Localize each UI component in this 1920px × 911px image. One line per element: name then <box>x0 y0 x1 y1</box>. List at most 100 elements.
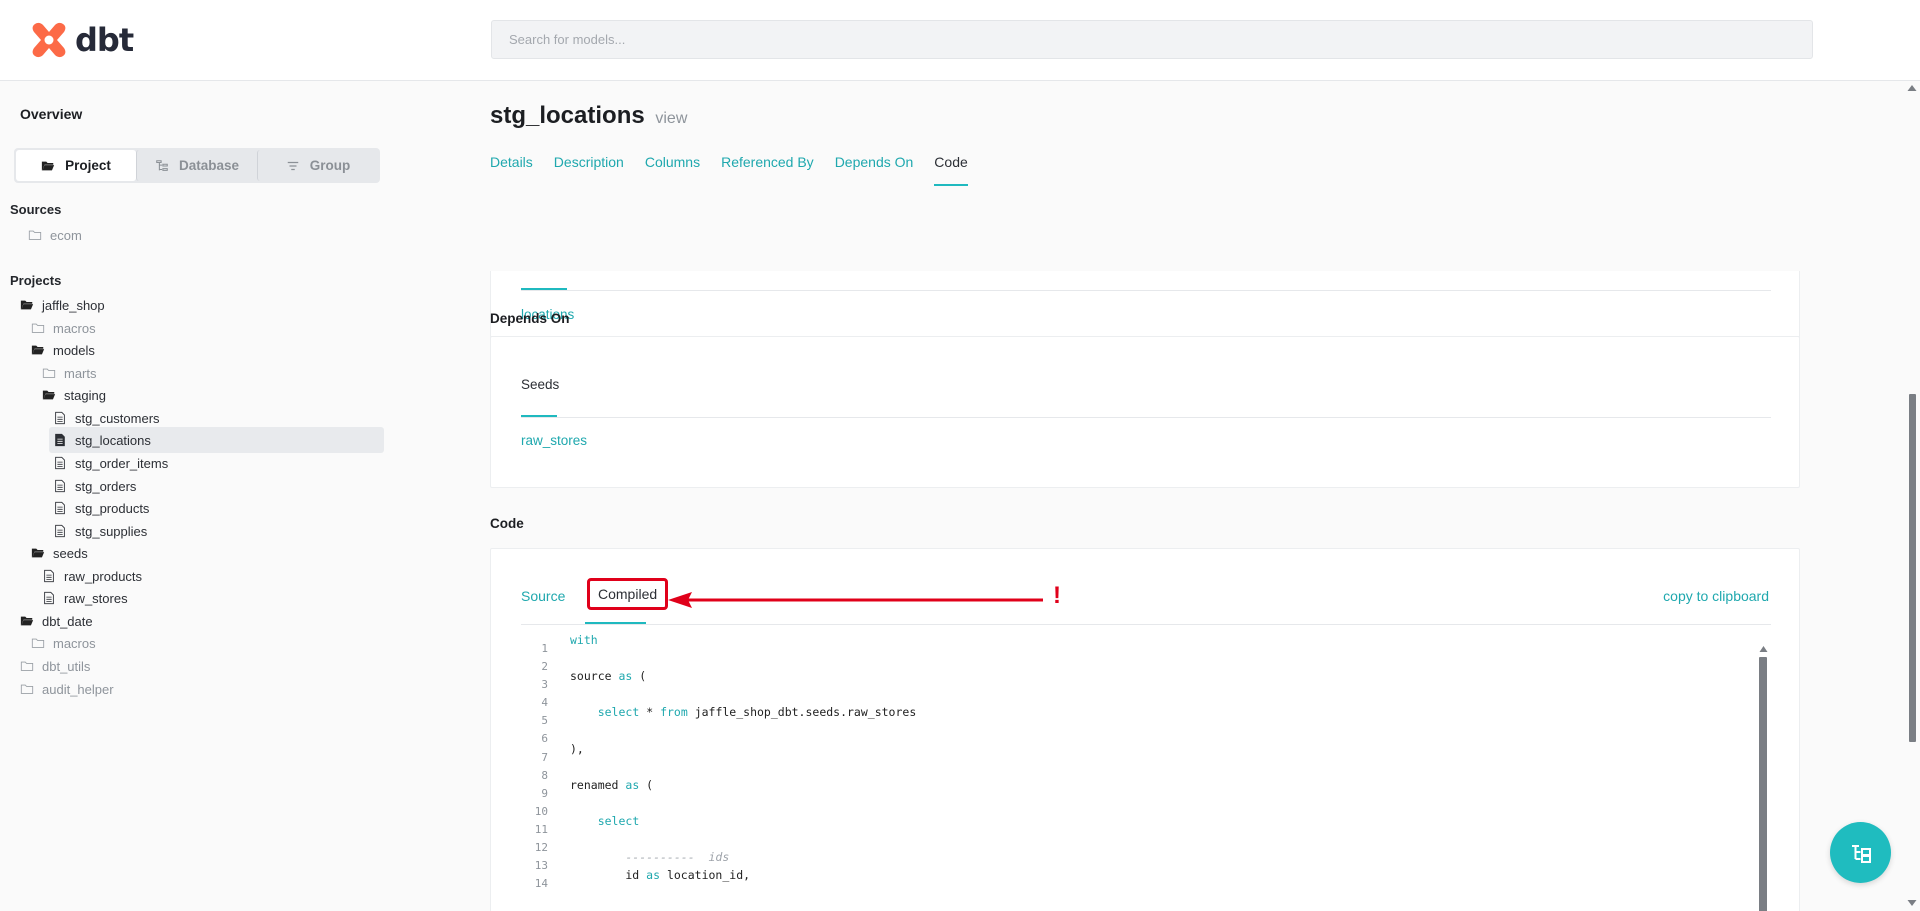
file-icon <box>55 433 65 447</box>
folder-open-icon <box>31 345 45 355</box>
line-number: 10 <box>534 804 548 818</box>
tree-item-label: stg_supplies <box>75 523 148 539</box>
seeds-subtab[interactable]: Seeds <box>521 377 559 392</box>
code-text: select <box>597 813 640 828</box>
annotation-exclamation: ! <box>1053 582 1061 609</box>
divider <box>521 624 1771 625</box>
folder-icon <box>42 368 56 378</box>
folder-open-icon <box>20 300 34 310</box>
code-scrollbar-thumb[interactable] <box>1759 657 1767 911</box>
view-switcher: Project Database Group <box>14 148 380 183</box>
group-view-button[interactable]: Group <box>257 150 378 181</box>
tree-item-label: raw_products <box>64 568 143 584</box>
line-number: 11 <box>534 822 548 836</box>
source-item-ecom[interactable]: ecom <box>28 222 82 248</box>
line-number: 5 <box>541 714 548 728</box>
line-number: 2 <box>541 660 548 674</box>
code-line: 3 source as ( <box>521 669 1761 696</box>
code-line: 9 renamed as ( <box>521 778 1761 805</box>
code-text: ---------- ids <box>570 850 730 865</box>
tab-details[interactable]: Details <box>490 152 533 186</box>
folder-open-icon <box>31 548 45 558</box>
tab-columns[interactable]: Columns <box>645 152 700 186</box>
project-view-label: Project <box>65 158 111 173</box>
tree-item-label: stg_customers <box>75 410 160 426</box>
divider <box>521 290 1771 291</box>
source-tab[interactable]: Source <box>521 588 565 604</box>
folder-open-icon <box>41 161 55 170</box>
tree-item-label: jaffle_shop <box>42 297 105 313</box>
depends-on-heading: Depends On <box>490 311 570 326</box>
folder-icon <box>28 230 42 240</box>
tree-item-label: dbt_utils <box>42 658 91 674</box>
code-line: 1 with <box>521 633 1761 660</box>
page-title: stg_locations view <box>490 102 687 130</box>
tree-item-label: stg_products <box>75 500 150 516</box>
code-text: with <box>570 633 598 647</box>
tree-item-label: stg_orders <box>75 478 137 494</box>
code-text: renamed as ( <box>570 777 654 792</box>
dbt-logo[interactable]: dbt <box>29 20 134 60</box>
tree-item-label: staging <box>64 387 106 403</box>
line-number: 12 <box>534 841 548 855</box>
code-line: 7), <box>521 742 1761 769</box>
tree-item-label: raw_stores <box>64 590 128 606</box>
line-number: 8 <box>541 768 548 782</box>
logo-text: dbt <box>75 21 134 59</box>
line-number: 13 <box>534 859 548 873</box>
tree-item-audit-helper[interactable]: audit_helper <box>20 676 114 702</box>
sidebar: Overview Project Database Group Sources … <box>0 82 395 911</box>
overview-link[interactable]: Overview <box>20 106 82 122</box>
lineage-graph-button[interactable] <box>1830 822 1891 883</box>
folder-icon <box>31 638 45 648</box>
tree-item-label: macros <box>53 635 96 651</box>
model-kind: view <box>655 110 688 127</box>
copy-to-clipboard-button[interactable]: copy to clipboard <box>1663 588 1769 604</box>
dbt-logo-icon <box>32 22 66 58</box>
scroll-up-arrow-icon[interactable] <box>1759 645 1768 653</box>
page-scrollbar[interactable] <box>1906 82 1918 911</box>
code-text: source as ( <box>570 669 647 684</box>
tree-item-label: stg_order_items <box>75 455 169 471</box>
tab-code[interactable]: Code <box>934 152 969 186</box>
code-scrollbar[interactable] <box>1759 645 1768 911</box>
group-view-label: Group <box>309 158 351 173</box>
code-text: ), <box>570 741 584 756</box>
file-icon <box>55 411 65 425</box>
file-icon <box>55 501 65 515</box>
code-line: 14 id as location_id, <box>521 868 1761 895</box>
file-icon <box>55 456 65 470</box>
tab-description[interactable]: Description <box>554 152 624 186</box>
folder-icon <box>20 684 34 694</box>
project-view-button[interactable]: Project <box>16 150 136 181</box>
search-input[interactable] <box>491 20 1813 59</box>
projects-heading: Projects <box>10 273 62 288</box>
compiled-tab[interactable]: Compiled <box>587 578 669 610</box>
tree-item-label: audit_helper <box>42 681 114 697</box>
tab-depends-on[interactable]: Depends On <box>835 152 914 186</box>
depends-on-link[interactable]: raw_stores <box>521 433 587 448</box>
line-number: 9 <box>541 786 548 800</box>
database-view-button[interactable]: Database <box>136 150 257 181</box>
line-number: 7 <box>541 750 548 764</box>
page-scrollbar-thumb[interactable] <box>1909 394 1916 742</box>
code-line: 10 <box>521 805 1761 823</box>
scroll-down-arrow-icon[interactable] <box>1906 899 1918 907</box>
tab-referenced-by[interactable]: Referenced By <box>721 152 814 186</box>
sources-heading: Sources <box>10 202 62 217</box>
annotation-arrow <box>668 592 1043 608</box>
folder-open-icon <box>42 390 56 400</box>
scroll-up-arrow-icon[interactable] <box>1906 84 1918 92</box>
depends-on-card: Seeds raw_stores <box>490 336 1800 488</box>
code-line: 2 <box>521 660 1761 678</box>
code-text: id as location_id, <box>570 868 751 883</box>
line-number: 3 <box>541 678 548 692</box>
main-content: stg_locations view Details Description C… <box>490 82 1910 911</box>
line-number: 4 <box>541 696 548 710</box>
code-heading: Code <box>490 516 524 531</box>
divider <box>521 417 1771 418</box>
folder-icon <box>31 323 45 333</box>
code-line: 8 <box>521 769 1761 787</box>
database-view-label: Database <box>178 158 240 173</box>
file-icon <box>55 479 65 493</box>
